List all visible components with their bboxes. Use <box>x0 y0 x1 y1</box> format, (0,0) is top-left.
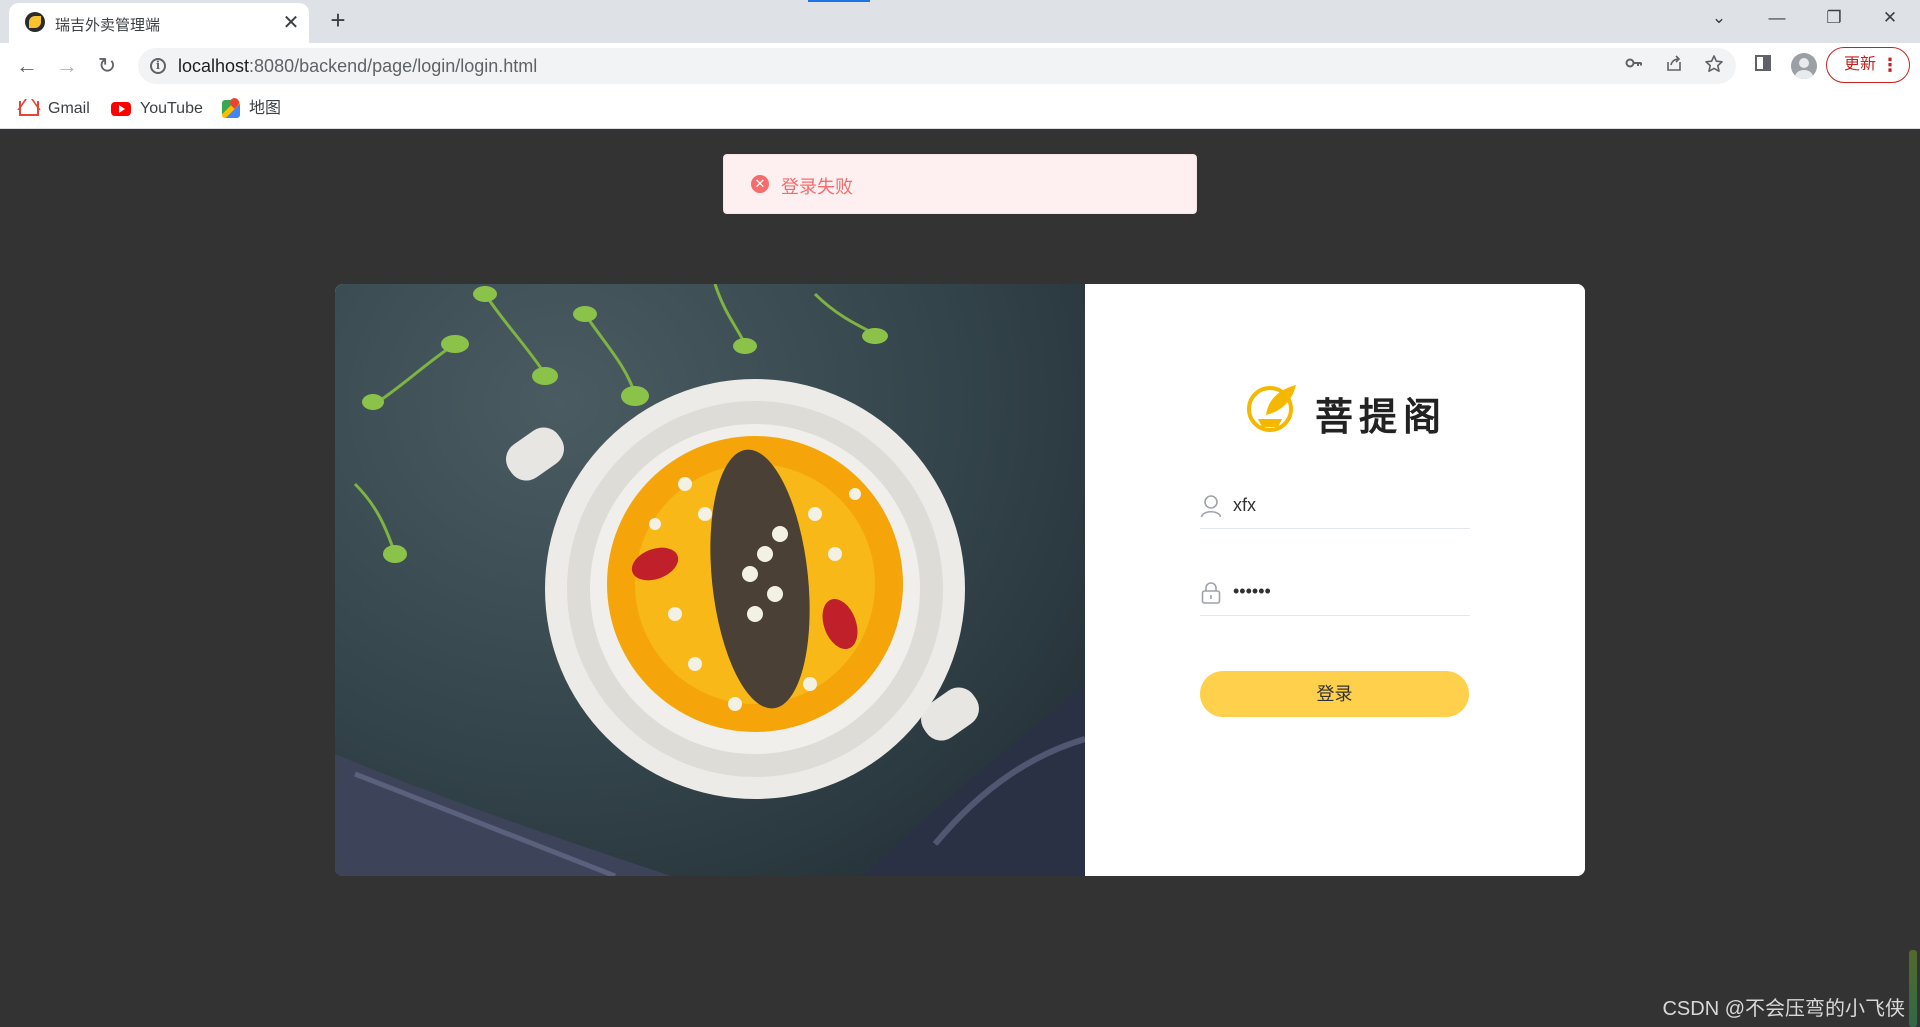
update-label: 更新 <box>1844 56 1877 73</box>
url-path: :8080/backend/page/login/login.html <box>249 56 538 76</box>
tab-title: 瑞吉外卖管理端 <box>55 17 161 34</box>
reload-button[interactable]: ↻ <box>90 49 124 83</box>
csdn-watermark: CSDN @不会压弯的小飞侠 <box>1662 998 1905 1020</box>
tab-strip-accent <box>808 0 870 2</box>
new-tab-button[interactable]: + <box>324 7 352 35</box>
bookmarks-bar: Gmail YouTube 地图 <box>0 88 1920 129</box>
browser-toolbar: ← → ↻ i localhost:8080/backend/page/logi… <box>0 43 1920 88</box>
side-panel-icon[interactable] <box>1750 53 1776 79</box>
error-message-text: 登录失败 <box>781 177 853 197</box>
brand-name: 菩提阁 <box>1315 395 1448 439</box>
bookmark-youtube[interactable]: YouTube <box>111 98 203 120</box>
more-vert-icon[interactable]: ⋮ <box>1881 48 1899 82</box>
brand-logo-icon <box>1247 385 1296 432</box>
bookmark-gmail[interactable]: Gmail <box>19 98 90 120</box>
update-button[interactable]: 更新 ⋮ <box>1826 47 1910 83</box>
username-input[interactable]: xfx <box>1233 495 1256 516</box>
window-close-button[interactable]: ✕ <box>1862 0 1918 36</box>
star-icon[interactable] <box>1702 54 1726 78</box>
error-circle-icon: ✕ <box>751 175 769 193</box>
food-photo <box>335 284 1085 876</box>
site-info-icon[interactable]: i <box>150 58 166 74</box>
forward-button[interactable]: → <box>50 49 84 83</box>
bookmark-maps[interactable]: 地图 <box>222 98 281 120</box>
browser-tab[interactable]: 瑞吉外卖管理端 ✕ <box>9 3 309 43</box>
url-host: localhost <box>178 56 250 76</box>
login-form: 菩提阁 xfx •••••• 登录 <box>1085 284 1585 876</box>
key-icon[interactable] <box>1622 54 1646 78</box>
scroll-indicator <box>1909 950 1917 1027</box>
bookmark-label: YouTube <box>140 100 203 117</box>
page-viewport: ✕ 登录失败 菩提阁 xfx •••••• 登录 CSDN @不会压弯的小飞侠 <box>0 129 1920 1027</box>
password-input[interactable]: •••••• <box>1233 581 1271 602</box>
restore-button[interactable]: ❐ <box>1806 0 1862 36</box>
tab-close-icon[interactable]: ✕ <box>279 11 303 35</box>
gmail-icon <box>19 101 39 117</box>
username-field[interactable]: xfx <box>1200 485 1470 529</box>
profile-icon[interactable] <box>1791 53 1817 79</box>
url-text[interactable]: localhost:8080/backend/page/login/login.… <box>178 56 537 77</box>
password-field[interactable]: •••••• <box>1200 572 1470 616</box>
share-icon[interactable] <box>1662 54 1686 78</box>
error-message: ✕ 登录失败 <box>723 154 1197 214</box>
login-button[interactable]: 登录 <box>1200 671 1469 717</box>
user-icon <box>1200 495 1222 518</box>
maps-icon <box>222 99 240 118</box>
login-card: 菩提阁 xfx •••••• 登录 <box>335 284 1585 876</box>
youtube-icon <box>111 101 131 116</box>
tab-strip: 瑞吉外卖管理端 ✕ + ⌄ — ❐ ✕ <box>0 0 1920 43</box>
tab-search-button[interactable]: ⌄ <box>1691 0 1747 36</box>
address-bar[interactable]: i localhost:8080/backend/page/login/logi… <box>138 48 1736 84</box>
lock-icon <box>1201 582 1221 604</box>
bookmark-label: 地图 <box>249 100 282 117</box>
minimize-button[interactable]: — <box>1749 0 1805 36</box>
bookmark-label: Gmail <box>48 100 90 117</box>
back-button[interactable]: ← <box>10 49 44 83</box>
site-favicon-icon <box>25 12 45 32</box>
